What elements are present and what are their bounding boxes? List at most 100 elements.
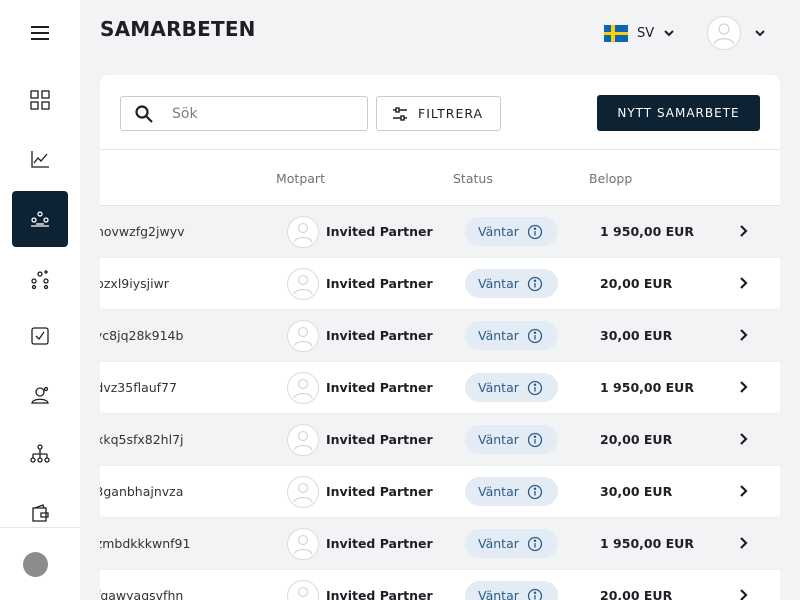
- sidebar-item-partners[interactable]: [12, 251, 68, 307]
- user-icon: [297, 586, 309, 598]
- avatar: [287, 580, 319, 600]
- user-icon: [293, 430, 313, 451]
- status-label: Väntar: [478, 536, 519, 551]
- sidebar-item-tasks[interactable]: [12, 308, 68, 364]
- sidebar-item-collaborations[interactable]: [12, 191, 68, 247]
- table-row[interactable]: ydvz35flauf77 Invited Partner Väntar 1 9…: [100, 362, 780, 414]
- table-row[interactable]: pbzxl9iysjiwr Invited Partner Väntar 20,…: [100, 258, 780, 310]
- table-header: Id Motpart Status Belopp: [100, 150, 780, 206]
- user-icon: [713, 23, 735, 45]
- info-icon[interactable]: [527, 328, 543, 344]
- chevron-right-icon[interactable]: [736, 536, 750, 550]
- collaboration-id: y3ganbhajnvza: [100, 484, 184, 499]
- status-badge: Väntar: [465, 529, 558, 558]
- counterparty-name: Invited Partner: [326, 432, 433, 447]
- info-icon[interactable]: [527, 380, 543, 396]
- chevron-right-icon[interactable]: [736, 588, 750, 600]
- status-label: Väntar: [478, 224, 519, 239]
- column-header-status[interactable]: Status: [453, 171, 493, 186]
- avatar: [707, 16, 741, 50]
- status-badge: Väntar: [465, 581, 558, 600]
- table-row[interactable]: ezmbdkkkwnf91 Invited Partner Väntar 1 9…: [100, 518, 780, 570]
- sliders-icon: [393, 106, 407, 121]
- dashboard-icon: [30, 90, 50, 110]
- avatar: [287, 476, 319, 508]
- info-icon[interactable]: [527, 224, 543, 240]
- avatar: [287, 268, 319, 300]
- column-header-amount[interactable]: Belopp: [589, 171, 632, 186]
- counterparty-name: Invited Partner: [326, 380, 433, 395]
- wallet-icon: [32, 504, 49, 522]
- avatar: [287, 216, 319, 248]
- partners-icon: [31, 270, 49, 290]
- analytics-icon: [31, 151, 49, 168]
- user-icon: [293, 482, 313, 503]
- collaboration-id: gxkq5sfx82hl7j: [100, 432, 184, 447]
- contacts-icon: [31, 386, 49, 404]
- user-menu[interactable]: [707, 16, 767, 50]
- hamburger-menu-icon[interactable]: [27, 20, 53, 46]
- collaboration-id: ydvz35flauf77: [100, 380, 177, 395]
- chevron-right-icon[interactable]: [736, 328, 750, 342]
- page-title: SAMARBETEN: [100, 17, 256, 41]
- status-badge: Väntar: [465, 269, 558, 298]
- table-row[interactable]: gxkq5sfx82hl7j Invited Partner Väntar 20…: [100, 414, 780, 466]
- search-box[interactable]: [120, 96, 368, 131]
- status-label: Väntar: [478, 588, 519, 600]
- info-icon[interactable]: [527, 432, 543, 448]
- sidebar-item-hierarchy[interactable]: [12, 426, 68, 482]
- status-badge: Väntar: [465, 477, 558, 506]
- sidebar: [0, 0, 80, 600]
- sidebar-item-contacts[interactable]: [12, 367, 68, 423]
- search-input[interactable]: [172, 105, 342, 122]
- info-icon[interactable]: [527, 276, 543, 292]
- chevron-right-icon[interactable]: [736, 224, 750, 238]
- table-row[interactable]: y3ganbhajnvza Invited Partner Väntar 30,…: [100, 466, 780, 518]
- counterparty-name: Invited Partner: [326, 588, 433, 600]
- chevron-right-icon[interactable]: [736, 432, 750, 446]
- tasks-icon: [31, 327, 49, 345]
- table-row[interactable]: 0hovwzfg2jwyv Invited Partner Väntar 1 9…: [100, 206, 780, 258]
- user-icon: [293, 378, 313, 399]
- avatar: [287, 320, 319, 352]
- user-status-avatar[interactable]: [23, 552, 48, 577]
- info-icon[interactable]: [527, 588, 543, 600]
- search-icon: [135, 104, 153, 123]
- new-collaboration-button[interactable]: NYTT SAMARBETE: [597, 95, 760, 131]
- amount: 1 950,00 EUR: [600, 380, 694, 395]
- avatar: [287, 528, 319, 560]
- amount: 20,00 EUR: [600, 432, 673, 447]
- chevron-right-icon[interactable]: [736, 484, 750, 498]
- counterparty-name: Invited Partner: [326, 276, 433, 291]
- status-label: Väntar: [478, 276, 519, 291]
- table-row[interactable]: hfqawyagsvfhn Invited Partner Väntar 20,…: [100, 570, 780, 600]
- counterparty-name: Invited Partner: [326, 224, 433, 239]
- status-label: Väntar: [478, 328, 519, 343]
- sidebar-item-analytics[interactable]: [12, 131, 68, 187]
- language-label: SV: [637, 25, 655, 41]
- sidebar-item-dashboard[interactable]: [12, 72, 68, 128]
- info-icon[interactable]: [527, 536, 543, 552]
- collaboration-id: ezmbdkkkwnf91: [100, 536, 191, 551]
- chevron-right-icon[interactable]: [736, 276, 750, 290]
- collaboration-id: cyc8jq28k914b: [100, 328, 184, 343]
- status-badge: Väntar: [465, 321, 558, 350]
- filter-button-label: FILTRERA: [418, 106, 484, 121]
- filter-button[interactable]: FILTRERA: [376, 96, 501, 131]
- collaboration-id: hfqawyagsvfhn: [100, 588, 184, 600]
- sidebar-item-wallet[interactable]: [12, 485, 68, 541]
- status-label: Väntar: [478, 484, 519, 499]
- chevron-right-icon[interactable]: [736, 380, 750, 394]
- collaboration-id: 0hovwzfg2jwyv: [100, 224, 185, 239]
- column-header-counterparty[interactable]: Motpart: [276, 171, 325, 186]
- info-icon[interactable]: [527, 484, 543, 500]
- user-icon: [293, 274, 313, 295]
- table-body: 0hovwzfg2jwyv Invited Partner Väntar 1 9…: [100, 206, 780, 600]
- chevron-down-icon: [664, 30, 674, 37]
- amount: 20,00 EUR: [600, 588, 673, 600]
- avatar: [287, 424, 319, 456]
- language-selector[interactable]: SV: [604, 20, 676, 46]
- table-row[interactable]: cyc8jq28k914b Invited Partner Väntar 30,…: [100, 310, 780, 362]
- status-label: Väntar: [478, 380, 519, 395]
- amount: 30,00 EUR: [600, 328, 673, 343]
